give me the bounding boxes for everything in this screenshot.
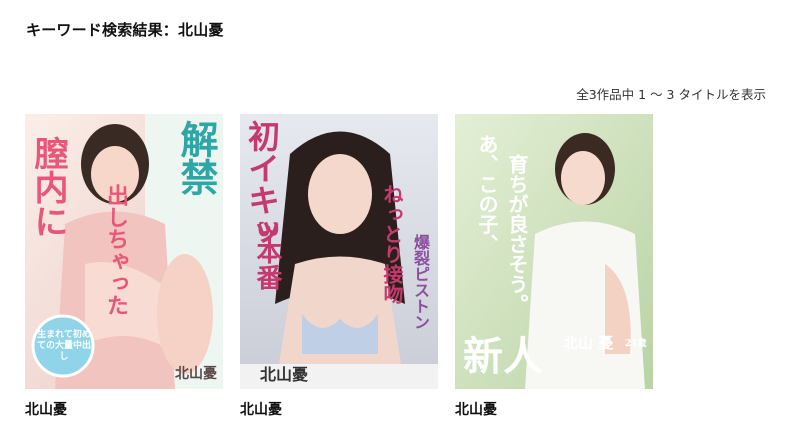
cover-actress-name: 北山憂 [175, 366, 217, 382]
product-card[interactable]: 初イキッ 3本番 ねっとり接吻 爆裂ピストン 北山憂 北山憂 [240, 114, 438, 419]
product-title-link[interactable]: 北山憂 [455, 399, 653, 419]
cover-headline-new: 新人 [463, 333, 543, 380]
cover-subline: 膣内に [28, 136, 68, 238]
page-title: キーワード検索結果：北山憂 [26, 21, 224, 39]
cover-actress-name: 北山 憂 [563, 334, 614, 352]
cover-subline: 3本番 [252, 220, 282, 291]
cover-actress-name: 北山憂 [260, 365, 309, 384]
product-cover-image[interactable]: 初イキッ 3本番 ねっとり接吻 爆裂ピストン 北山憂 [240, 114, 438, 389]
product-title-link[interactable]: 北山憂 [240, 399, 438, 419]
cover-subline: ねっとり接吻 [380, 184, 404, 304]
product-cover-image[interactable]: 解禁 膣内に 出しちゃった 生まれて初めての大量中出し 北山憂 [25, 114, 223, 389]
product-cover-image[interactable]: あ、この子、 育ちが良さそう。 新人 北山 憂 21歳 [455, 114, 653, 389]
cover-subline: 育ちが良さそう。 [505, 154, 529, 314]
product-card[interactable]: 解禁 膣内に 出しちゃった 生まれて初めての大量中出し 北山憂 北山憂 [25, 114, 223, 419]
cover-subline: 出しちゃった [103, 184, 129, 316]
cover-actress-age: 21歳 [625, 339, 647, 349]
cover-subline: 爆裂ピストン [411, 234, 430, 330]
product-card[interactable]: あ、この子、 育ちが良さそう。 新人 北山 憂 21歳 北山憂 [455, 114, 653, 419]
product-title-link[interactable]: 北山憂 [25, 399, 223, 419]
cover-headline: あ、この子、 [475, 134, 499, 254]
cover-badge-text: 生まれて初めての大量中出し [37, 330, 92, 362]
cover-headline: 解禁 [174, 120, 219, 196]
results-grid: 解禁 膣内に 出しちゃった 生まれて初めての大量中出し 北山憂 北山憂 初イキッ… [25, 114, 653, 419]
result-count: 全3作品中 1 〜 3 タイトルを表示 [576, 87, 766, 102]
